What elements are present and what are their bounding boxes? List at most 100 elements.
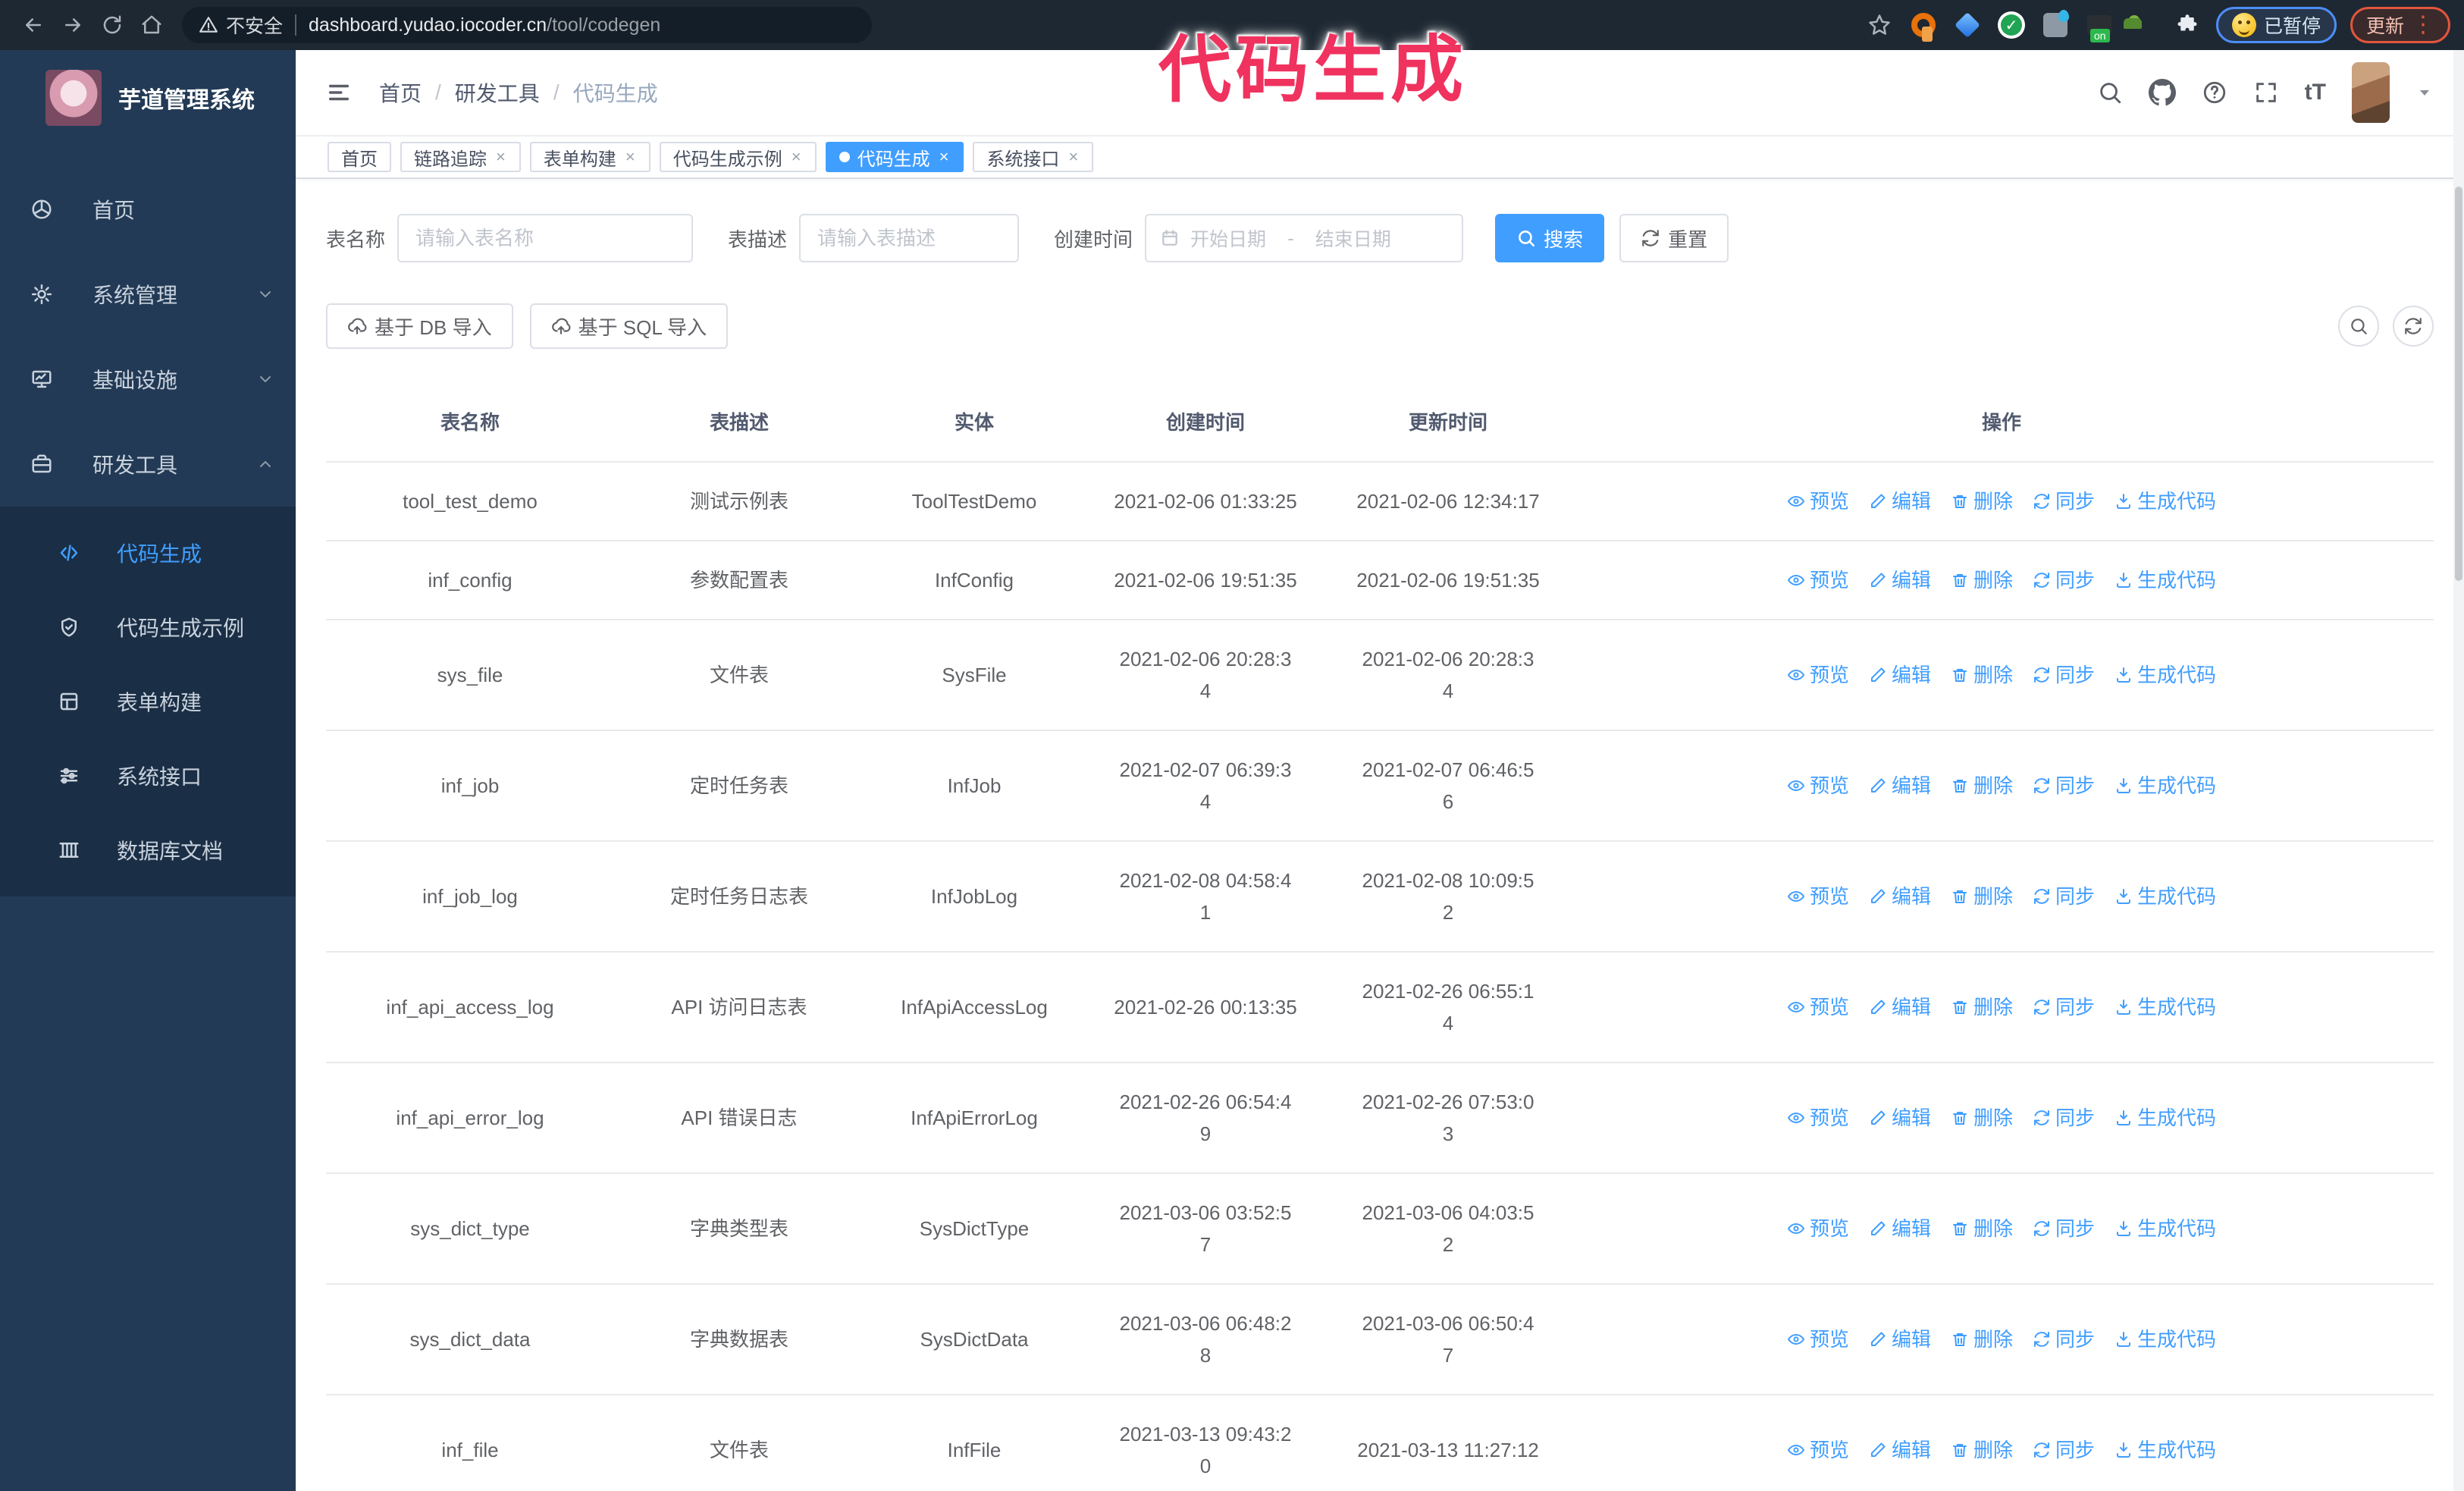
app-logo-row[interactable]: 芋道管理系统 <box>0 50 296 133</box>
close-icon[interactable]: × <box>494 147 507 167</box>
table-desc-input[interactable] <box>799 214 1020 262</box>
tab-form-builder[interactable]: 表单构建 × <box>529 142 650 172</box>
sync-link[interactable]: 同步 <box>2033 1323 2095 1355</box>
sync-link[interactable]: 同步 <box>2033 991 2095 1023</box>
sidebar-item-infrastructure[interactable]: 基础设施 <box>0 337 296 422</box>
browser-update-button[interactable]: 更新 ⋮ <box>2350 7 2450 43</box>
end-date-placeholder[interactable]: 结束日期 <box>1315 224 1391 252</box>
tab-tracing[interactable]: 链路追踪 × <box>400 142 521 172</box>
extension-icon-1[interactable] <box>1908 10 1939 42</box>
sidebar-item-codegen[interactable]: 代码生成 <box>0 516 296 590</box>
search-button[interactable]: 搜索 <box>1495 214 1605 262</box>
generate-code-link[interactable]: 生成代码 <box>2114 1213 2216 1245</box>
font-size-icon[interactable]: tT <box>2305 80 2326 105</box>
kebab-menu-icon[interactable]: ⋮ <box>2412 14 2434 36</box>
user-avatar[interactable] <box>2352 62 2390 123</box>
tab-system-api[interactable]: 系统接口 × <box>973 142 1094 172</box>
edit-link[interactable]: 编辑 <box>1869 991 1931 1023</box>
sync-link[interactable]: 同步 <box>2033 564 2095 596</box>
create-time-range-picker[interactable]: 开始日期 - 结束日期 <box>1145 214 1464 262</box>
table-row[interactable]: inf_job 定时任务表 InfJob 2021-02-07 06:39:3 … <box>326 731 2434 842</box>
sync-link[interactable]: 同步 <box>2033 1213 2095 1245</box>
close-icon[interactable]: × <box>938 147 951 167</box>
extension-icon-5[interactable]: on <box>2084 10 2114 42</box>
generate-code-link[interactable]: 生成代码 <box>2114 564 2216 596</box>
sidebar-item-dev-tools[interactable]: 研发工具 <box>0 422 296 507</box>
fullscreen-icon[interactable] <box>2253 80 2279 105</box>
browser-back-button[interactable] <box>14 5 53 45</box>
sync-link[interactable]: 同步 <box>2033 659 2095 691</box>
extension-icon-2[interactable] <box>1952 10 1983 40</box>
tab-codegen[interactable]: 代码生成 × <box>825 142 964 172</box>
preview-link[interactable]: 预览 <box>1787 770 1849 802</box>
bookmark-star-icon[interactable] <box>1864 10 1895 40</box>
generate-code-link[interactable]: 生成代码 <box>2114 485 2216 517</box>
table-row[interactable]: inf_config 参数配置表 InfConfig 2021-02-06 19… <box>326 541 2434 620</box>
edit-link[interactable]: 编辑 <box>1869 770 1931 802</box>
sidebar-item-home[interactable]: 首页 <box>0 167 296 252</box>
delete-link[interactable]: 删除 <box>1951 1323 2013 1355</box>
close-icon[interactable]: × <box>624 147 637 167</box>
table-row[interactable]: inf_api_error_log API 错误日志 InfApiErrorLo… <box>326 1063 2434 1174</box>
preview-link[interactable]: 预览 <box>1787 564 1849 596</box>
delete-link[interactable]: 删除 <box>1951 770 2013 802</box>
edit-link[interactable]: 编辑 <box>1869 1102 1931 1134</box>
delete-link[interactable]: 删除 <box>1951 485 2013 517</box>
extension-icon-3[interactable]: ✓ <box>1996 10 2027 40</box>
edit-link[interactable]: 编辑 <box>1869 659 1931 691</box>
edit-link[interactable]: 编辑 <box>1869 1213 1931 1245</box>
generate-code-link[interactable]: 生成代码 <box>2114 991 2216 1023</box>
table-row[interactable]: sys_dict_data 字典数据表 SysDictData 2021-03-… <box>326 1285 2434 1395</box>
sidebar-item-system-api[interactable]: 系统接口 <box>0 739 296 813</box>
preview-link[interactable]: 预览 <box>1787 1434 1849 1466</box>
address-bar[interactable]: 不安全 dashboard.yudao.iocoder.cn/tool/code… <box>182 7 872 43</box>
preview-link[interactable]: 预览 <box>1787 1323 1849 1355</box>
preview-link[interactable]: 预览 <box>1787 1102 1849 1134</box>
delete-link[interactable]: 删除 <box>1951 1434 2013 1466</box>
edit-link[interactable]: 编辑 <box>1869 1323 1931 1355</box>
browser-forward-button[interactable] <box>53 5 92 45</box>
generate-code-link[interactable]: 生成代码 <box>2114 1434 2216 1466</box>
edit-link[interactable]: 编辑 <box>1869 880 1931 912</box>
profile-paused-badge[interactable]: 已暂停 <box>2215 7 2337 43</box>
scrollbar-thumb[interactable] <box>2455 187 2462 581</box>
generate-code-link[interactable]: 生成代码 <box>2114 1102 2216 1134</box>
browser-home-button[interactable] <box>132 5 171 45</box>
table-name-input[interactable] <box>397 214 694 262</box>
toggle-search-button[interactable] <box>2338 306 2379 347</box>
sync-link[interactable]: 同步 <box>2033 880 2095 912</box>
sync-link[interactable]: 同步 <box>2033 485 2095 517</box>
edit-link[interactable]: 编辑 <box>1869 564 1931 596</box>
table-row[interactable]: inf_job_log 定时任务日志表 InfJobLog 2021-02-08… <box>326 842 2434 953</box>
table-row[interactable]: sys_file 文件表 SysFile 2021-02-06 20:28:3 … <box>326 620 2434 731</box>
table-row[interactable]: inf_api_access_log API 访问日志表 InfApiAcces… <box>326 953 2434 1063</box>
reset-button[interactable]: 重置 <box>1619 214 1729 262</box>
generate-code-link[interactable]: 生成代码 <box>2114 770 2216 802</box>
help-icon[interactable] <box>2202 80 2227 105</box>
delete-link[interactable]: 删除 <box>1951 659 2013 691</box>
github-icon[interactable] <box>2148 79 2176 106</box>
sidebar-item-form-builder[interactable]: 表单构建 <box>0 664 296 739</box>
delete-link[interactable]: 删除 <box>1951 1213 2013 1245</box>
sidebar-item-db-docs[interactable]: 数据库文档 <box>0 813 296 887</box>
table-row[interactable]: inf_file 文件表 InfFile 2021-03-13 09:43:2 … <box>326 1395 2434 1491</box>
generate-code-link[interactable]: 生成代码 <box>2114 659 2216 691</box>
delete-link[interactable]: 删除 <box>1951 991 2013 1023</box>
security-status[interactable]: 不安全 <box>199 11 283 39</box>
import-sql-button[interactable]: 基于 SQL 导入 <box>529 303 729 349</box>
extension-icon-4[interactable] <box>2040 10 2071 40</box>
sync-link[interactable]: 同步 <box>2033 1434 2095 1466</box>
refresh-table-button[interactable] <box>2393 306 2434 347</box>
start-date-placeholder[interactable]: 开始日期 <box>1190 224 1266 252</box>
preview-link[interactable]: 预览 <box>1787 880 1849 912</box>
tab-home[interactable]: 首页 <box>328 142 391 172</box>
close-icon[interactable]: × <box>1067 147 1080 167</box>
breadcrumb-dev-tools[interactable]: 研发工具 <box>455 77 540 108</box>
search-icon[interactable] <box>2097 80 2123 105</box>
collapse-sidebar-button[interactable] <box>326 80 352 105</box>
import-db-button[interactable]: 基于 DB 导入 <box>326 303 513 349</box>
tab-codegen-example[interactable]: 代码生成示例 × <box>659 142 817 172</box>
preview-link[interactable]: 预览 <box>1787 1213 1849 1245</box>
sync-link[interactable]: 同步 <box>2033 1102 2095 1134</box>
chevron-down-icon[interactable] <box>2415 83 2434 102</box>
